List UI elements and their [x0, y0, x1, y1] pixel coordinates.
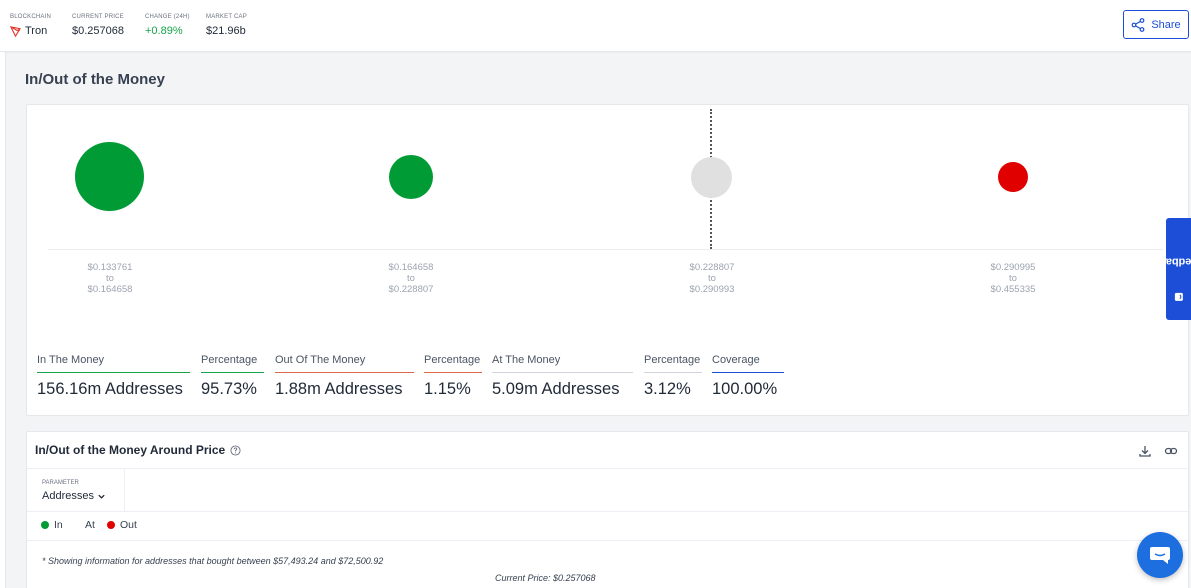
- legend-dot: [41, 521, 49, 529]
- divider: [124, 469, 125, 511]
- link-icon[interactable]: [1164, 444, 1178, 458]
- metric-label: Percentage: [644, 354, 702, 373]
- stat-value: $21.96b: [206, 25, 246, 37]
- range-from: $0.290995: [990, 262, 1036, 273]
- range-to: $0.228807: [388, 284, 434, 295]
- stat-value: +0.89%: [145, 25, 183, 37]
- legend-label: In: [54, 519, 63, 531]
- metric-at-the-money: At The Money 5.09m Addresses: [492, 354, 633, 399]
- range-from: $0.133761: [87, 262, 133, 273]
- divider: [27, 540, 1188, 541]
- range-from: $0.228807: [689, 262, 735, 273]
- chat-icon: [1150, 547, 1170, 564]
- around-price-title-text: In/Out of the Money Around Price: [35, 443, 226, 457]
- range-from: $0.164658: [388, 262, 434, 273]
- share-button[interactable]: Share: [1123, 10, 1189, 39]
- metric-in-the-money: In The Money 156.16m Addresses: [37, 354, 190, 399]
- metric-out-of-the-money: Out Of The Money 1.88m Addresses: [275, 354, 414, 399]
- metric-value: 156.16m Addresses: [37, 380, 183, 398]
- metric-value: 3.12%: [644, 380, 691, 398]
- download-icon[interactable]: [1138, 444, 1152, 458]
- metric-label: In The Money: [37, 354, 190, 373]
- range-to: $0.290993: [689, 284, 735, 295]
- stat-blockchain: BLOCKCHAIN Tron: [10, 14, 51, 37]
- blockchain-name: Tron: [25, 25, 48, 37]
- current-price-label: Current Price: $0.257068: [495, 573, 596, 583]
- metric-label: Percentage: [201, 354, 264, 373]
- metric-label: At The Money: [492, 354, 633, 373]
- range-to: $0.164658: [87, 284, 133, 295]
- bubble-in-2[interactable]: [389, 155, 433, 199]
- metric-label: Out Of The Money: [275, 354, 414, 373]
- metric-value: 1.88m Addresses: [275, 380, 403, 398]
- range-label-2: $0.164658 to $0.228807: [356, 262, 466, 295]
- legend-dot: [107, 521, 115, 529]
- range-to: $0.455335: [990, 284, 1036, 295]
- top-header: BLOCKCHAIN Tron CURRENT PRICE $0.257068 …: [0, 0, 1191, 52]
- feedback-tab[interactable]: Feedback: [1153, 218, 1191, 320]
- metric-value: 100.00%: [712, 380, 778, 398]
- feedback-icon: [1174, 292, 1183, 301]
- range-label-3: $0.228807 to $0.290993: [657, 262, 767, 295]
- divider: [27, 511, 1188, 512]
- feedback-label: Feedback: [1153, 255, 1191, 268]
- stat-label: CURRENT PRICE: [72, 14, 124, 20]
- range-to-word: to: [1009, 273, 1017, 284]
- left-rail: [0, 52, 6, 588]
- bubble-in-1[interactable]: [75, 142, 144, 211]
- range-label-1: $0.133761 to $0.164658: [55, 262, 165, 295]
- share-label: Share: [1151, 18, 1181, 31]
- parameter-value: Addresses: [42, 490, 94, 502]
- divider: [27, 468, 1188, 469]
- stat-label: BLOCKCHAIN: [10, 14, 52, 20]
- range-to-word: to: [407, 273, 415, 284]
- chevron-down-icon: [98, 494, 105, 499]
- metric-out-percentage: Percentage 1.15%: [424, 354, 482, 399]
- stat-market-cap: MARKET CAP $21.96b: [206, 14, 247, 37]
- range-to-word: to: [708, 273, 716, 284]
- chat-button[interactable]: [1137, 532, 1183, 578]
- help-icon[interactable]: [230, 444, 241, 456]
- range-to-word: to: [106, 273, 114, 284]
- parameter-select[interactable]: Addresses: [42, 490, 106, 502]
- section-title: In/Out of the Money: [25, 71, 165, 88]
- range-label-4: $0.290995 to $0.455335: [958, 262, 1068, 295]
- parameter-label: PARAMETER: [42, 480, 79, 486]
- stat-value: $0.257068: [72, 25, 124, 37]
- metric-label: Coverage: [712, 354, 784, 373]
- legend-at[interactable]: At: [85, 519, 95, 531]
- metric-at-percentage: Percentage 3.12%: [644, 354, 702, 399]
- bubble-out[interactable]: [998, 162, 1028, 192]
- stat-value: Tron: [10, 25, 51, 37]
- legend-out[interactable]: Out: [107, 519, 137, 531]
- range-note: * Showing information for addresses that…: [42, 556, 384, 566]
- legend-label: Out: [120, 519, 137, 531]
- bubble-at[interactable]: [691, 157, 732, 198]
- chart-baseline: [48, 249, 1163, 250]
- stat-label: MARKET CAP: [206, 14, 247, 20]
- metric-value: 95.73%: [201, 380, 257, 398]
- metric-in-percentage: Percentage 95.73%: [201, 354, 264, 399]
- tron-icon: [10, 25, 21, 37]
- stat-current-price: CURRENT PRICE $0.257068: [72, 14, 124, 37]
- metric-coverage: Coverage 100.00%: [712, 354, 784, 399]
- legend-in[interactable]: In: [41, 519, 63, 531]
- around-price-title: In/Out of the Money Around Price: [35, 443, 241, 457]
- share-icon: [1131, 17, 1145, 32]
- metric-value: 5.09m Addresses: [492, 380, 620, 398]
- metric-label: Percentage: [424, 354, 482, 373]
- stat-label: CHANGE (24H): [145, 14, 190, 20]
- metric-value: 1.15%: [424, 380, 471, 398]
- stat-change: CHANGE (24H) +0.89%: [145, 14, 190, 37]
- legend-label: At: [85, 519, 95, 531]
